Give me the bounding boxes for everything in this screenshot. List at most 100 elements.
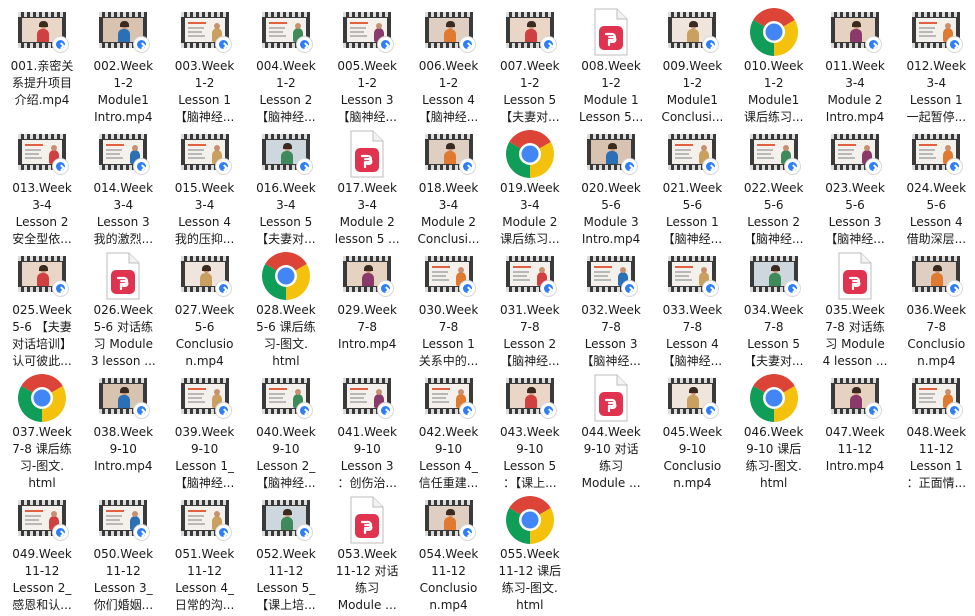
file-item[interactable]: 055.Week 11-12 课后 练习-图文. html xyxy=(490,492,570,612)
pdf-file-icon xyxy=(837,252,873,300)
video-file-icon xyxy=(261,500,312,540)
file-item[interactable]: 007.Week 1-2 Lesson 5 【夫妻对... xyxy=(490,4,570,124)
file-item[interactable]: 004.Week 1-2 Lesson 2 【脑神经... xyxy=(246,4,326,124)
file-name-label: 014.Week 3-4 Lesson 3 我的激烈... xyxy=(93,181,154,246)
file-item[interactable]: 032.Week 7-8 Lesson 3 【脑神经... xyxy=(571,248,651,368)
sync-badge-icon xyxy=(866,403,881,418)
file-name-label: 007.Week 1-2 Lesson 5 【夫妻对... xyxy=(499,59,560,124)
video-file-icon xyxy=(912,256,963,296)
sync-badge-icon xyxy=(540,281,556,296)
video-file-icon xyxy=(668,12,719,52)
file-item[interactable]: 002.Week 1-2 Module1 Intro.mp4 xyxy=(83,4,163,124)
file-icon xyxy=(502,250,558,302)
file-item[interactable]: 012.Week 3-4 Lesson 1 一起暂停... xyxy=(896,4,975,124)
file-name-label: 047.Week 11-12 Intro.mp4 xyxy=(825,425,885,473)
file-item[interactable]: 010.Week 1-2 Module1 课后练习... xyxy=(734,4,814,124)
file-item[interactable]: 050.Week 11-12 Lesson 3_ 你们婚姻... xyxy=(83,492,163,612)
file-item[interactable]: 013.Week 3-4 Lesson 2 安全型依... xyxy=(2,126,82,246)
sync-badge-icon xyxy=(378,403,394,418)
pdf-file-icon xyxy=(593,8,629,56)
file-icon xyxy=(177,250,233,302)
sync-badge-icon xyxy=(703,403,719,418)
file-name-label: 036.Week 7-8 Conclusio n.mp4 xyxy=(906,303,967,368)
file-item[interactable]: 030.Week 7-8 Lesson 1 关系中的... xyxy=(409,248,489,368)
file-item[interactable]: 042.Week 9-10 Lesson 4_ 信任重建... xyxy=(409,370,489,490)
video-file-icon xyxy=(99,12,150,52)
file-item[interactable]: 027.Week 5-6 Conclusio n.mp4 xyxy=(165,248,245,368)
file-item[interactable]: 037.Week 7-8 课后练 习-图文. html xyxy=(2,370,82,490)
file-item[interactable]: 018.Week 3-4 Module 2 Conclusi... xyxy=(409,126,489,246)
file-name-label: 033.Week 7-8 Lesson 4 【脑神经... xyxy=(662,303,723,368)
file-item[interactable]: 049.Week 11-12 Lesson 2_ 感恩和认... xyxy=(2,492,82,612)
file-item[interactable]: 041.Week 9-10 Lesson 3 ：创伤治... xyxy=(327,370,407,490)
sync-badge-icon xyxy=(378,281,394,296)
file-icon xyxy=(583,6,639,58)
file-item[interactable]: 003.Week 1-2 Lesson 1 【脑神经... xyxy=(165,4,245,124)
file-item[interactable]: 017.Week 3-4 Module 2 lesson 5 ... xyxy=(327,126,407,246)
file-item[interactable]: 021.Week 5-6 Lesson 1 【脑神经... xyxy=(652,126,732,246)
file-item[interactable]: 006.Week 1-2 Lesson 4 【脑神经... xyxy=(409,4,489,124)
file-item[interactable]: 023.Week 5-6 Lesson 3 【脑神经... xyxy=(815,126,895,246)
file-item[interactable]: 014.Week 3-4 Lesson 3 我的激烈... xyxy=(83,126,163,246)
file-name-label: 004.Week 1-2 Lesson 2 【脑神经... xyxy=(256,59,316,124)
file-icon xyxy=(421,6,477,58)
sync-badge-icon xyxy=(703,37,719,52)
file-icon xyxy=(177,494,233,546)
video-file-icon xyxy=(831,378,881,418)
sync-badge-icon xyxy=(622,281,638,296)
file-item[interactable]: 025.Week 5-6 【夫妻 对话培训】 认可彼此... xyxy=(2,248,82,368)
file-item[interactable]: 016.Week 3-4 Lesson 5 【夫妻对... xyxy=(246,126,326,246)
file-item[interactable]: 026.Week 5-6 对话练 习 Module 3 lesson ... xyxy=(83,248,163,368)
file-item[interactable]: 052.Week 11-12 Lesson 5_ 【课上培... xyxy=(246,492,326,612)
file-item[interactable]: 001.亲密关 系提升项目 介绍.mp4 xyxy=(2,4,82,124)
file-item[interactable]: 005.Week 1-2 Lesson 3 【脑神经... xyxy=(327,4,407,124)
file-item[interactable]: 009.Week 1-2 Module1 Conclusi... xyxy=(652,4,732,124)
file-item[interactable]: 031.Week 7-8 Lesson 2 【脑神经... xyxy=(490,248,570,368)
file-item[interactable]: 035.Week 7-8 对话练 习 Module 4 lesson ... xyxy=(815,248,895,368)
file-item[interactable]: 044.Week 9-10 对话 练习 Module ... xyxy=(571,370,651,490)
file-item[interactable]: 048.Week 11-12 Lesson 1 ：正面情... xyxy=(896,370,975,490)
file-item[interactable]: 039.Week 9-10 Lesson 1_ 【脑神经... xyxy=(165,370,245,490)
file-item[interactable]: 029.Week 7-8 Intro.mp4 xyxy=(327,248,407,368)
file-item[interactable]: 019.Week 3-4 Module 2 课后练习... xyxy=(490,126,570,246)
file-name-label: 050.Week 11-12 Lesson 3_ 你们婚姻... xyxy=(93,547,154,612)
file-name-label: 025.Week 5-6 【夫妻 对话培训】 认可彼此... xyxy=(11,303,72,368)
file-item[interactable]: 008.Week 1-2 Module 1 Lesson 5... xyxy=(571,4,651,124)
sync-badge-icon xyxy=(784,159,800,174)
file-item[interactable]: 028.Week 5-6 课后练 习-图文. html xyxy=(246,248,326,368)
sync-badge-icon xyxy=(947,281,963,296)
sync-badge-icon xyxy=(296,37,312,52)
file-item[interactable]: 015.Week 3-4 Lesson 4 我的压抑... xyxy=(165,126,245,246)
file-name-label: 055.Week 11-12 课后 练习-图文. html xyxy=(498,547,562,612)
file-item[interactable]: 034.Week 7-8 Lesson 5 【夫妻对... xyxy=(734,248,814,368)
file-item[interactable]: 038.Week 9-10 Intro.mp4 xyxy=(83,370,163,490)
file-item[interactable]: 040.Week 9-10 Lesson 2_ 【脑神经... xyxy=(246,370,326,490)
sync-badge-icon xyxy=(947,37,963,52)
file-name-label: 040.Week 9-10 Lesson 2_ 【脑神经... xyxy=(256,425,316,490)
file-icon xyxy=(339,128,395,180)
file-item[interactable]: 020.Week 5-6 Module 3 Intro.mp4 xyxy=(571,126,651,246)
file-item[interactable]: 045.Week 9-10 Conclusio n.mp4 xyxy=(652,370,732,490)
file-item[interactable]: 054.Week 11-12 Conclusio n.mp4 xyxy=(409,492,489,612)
video-file-icon xyxy=(587,134,638,174)
sync-badge-icon xyxy=(622,159,638,174)
video-file-icon xyxy=(831,12,881,52)
file-item[interactable]: 011.Week 3-4 Module 2 Intro.mp4 xyxy=(815,4,895,124)
video-file-icon xyxy=(424,256,475,296)
file-item[interactable]: 043.Week 9-10 Lesson 5 ：【课上... xyxy=(490,370,570,490)
sync-badge-icon xyxy=(296,403,312,418)
file-item[interactable]: 051.Week 11-12 Lesson 4_ 日常的沟... xyxy=(165,492,245,612)
file-item[interactable]: 046.Week 9-10 课后 练习-图文. html xyxy=(734,370,814,490)
file-item[interactable]: 047.Week 11-12 Intro.mp4 xyxy=(815,370,895,490)
file-item[interactable]: 022.Week 5-6 Lesson 2 【脑神经... xyxy=(734,126,814,246)
chrome-html-file-icon xyxy=(749,374,798,422)
file-name-label: 042.Week 9-10 Lesson 4_ 信任重建... xyxy=(418,425,479,490)
file-item[interactable]: 036.Week 7-8 Conclusio n.mp4 xyxy=(896,248,975,368)
sync-badge-icon xyxy=(53,525,68,540)
file-item[interactable]: 053.Week 11-12 对话 练习 Module ... xyxy=(327,492,407,612)
file-icon xyxy=(258,250,314,302)
file-item[interactable]: 033.Week 7-8 Lesson 4 【脑神经... xyxy=(652,248,732,368)
file-name-label: 052.Week 11-12 Lesson 5_ 【课上培... xyxy=(256,547,316,612)
file-item[interactable]: 024.Week 5-6 Lesson 4 借助深层... xyxy=(896,126,975,246)
file-icon xyxy=(421,128,477,180)
